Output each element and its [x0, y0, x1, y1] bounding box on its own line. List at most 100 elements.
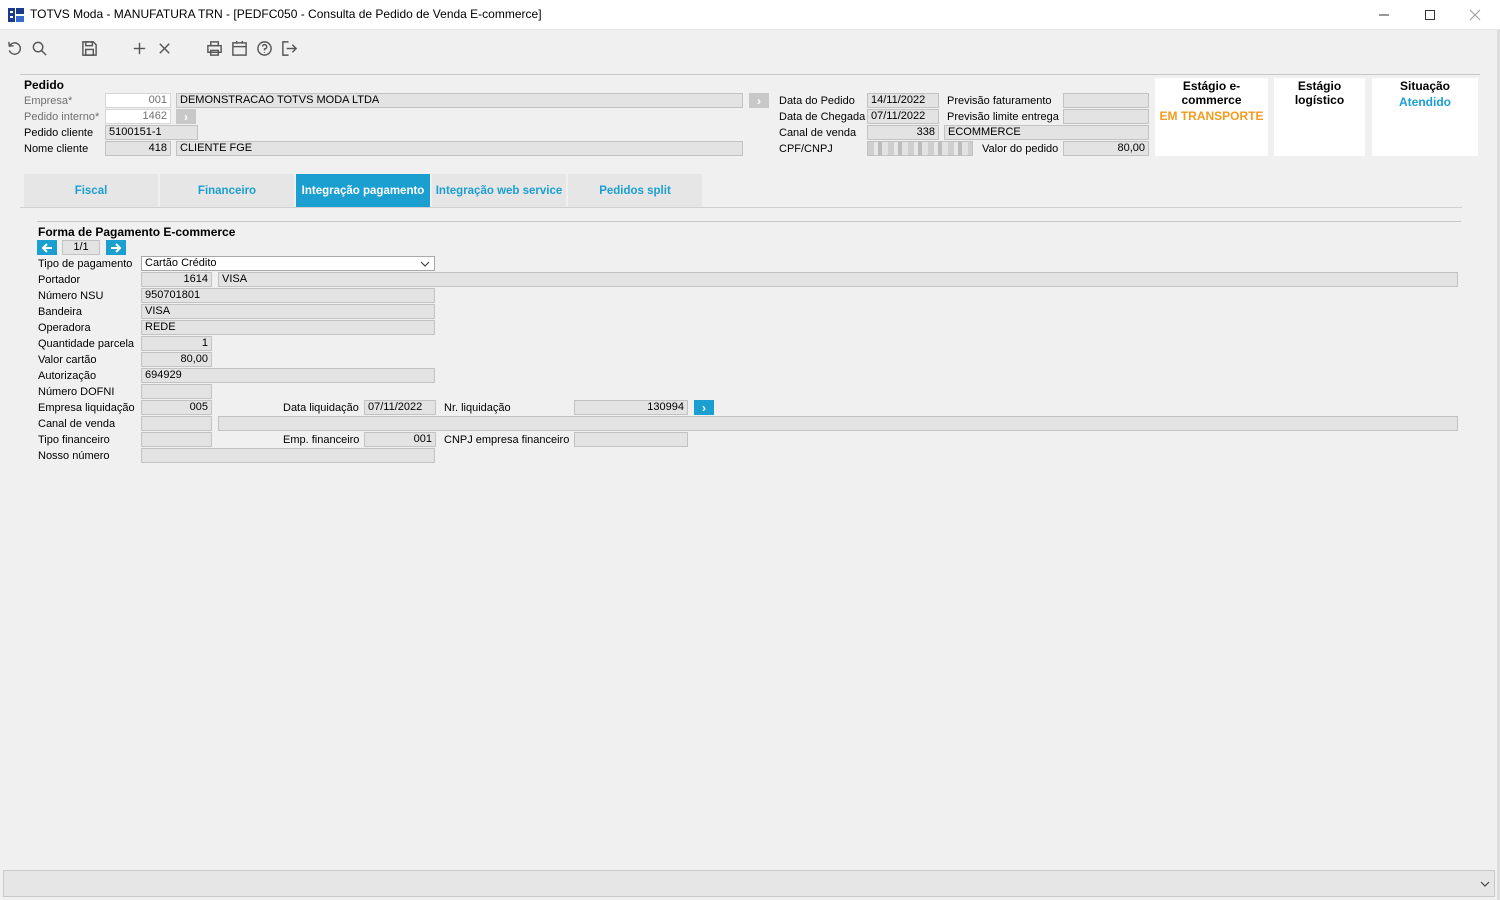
situation-box: Situação Atendido — [1372, 78, 1478, 156]
empresa-lookup-button[interactable]: › — [749, 93, 769, 108]
empresa-liquidacao-field: 005 — [141, 400, 212, 415]
valor-cartao-label: Valor cartão — [38, 354, 97, 366]
numero-nsu-label: Número NSU — [38, 290, 104, 302]
canal-venda-field: ECOMMERCE — [944, 125, 1149, 140]
portador-name-field: VISA — [218, 272, 1458, 287]
empresa-liquidacao-label: Empresa liquidação — [38, 402, 135, 414]
prev-record-button[interactable] — [37, 240, 57, 255]
toolbar — [0, 31, 1500, 64]
canal-venda-code-field: 338 — [867, 125, 939, 140]
canal-venda-pag-name-field — [218, 416, 1458, 431]
refresh-icon[interactable] — [4, 38, 24, 58]
tab-divider — [20, 207, 1462, 208]
add-icon[interactable] — [129, 38, 149, 58]
save-icon[interactable] — [79, 38, 99, 58]
cpf-cnpj-field-redacted — [867, 141, 973, 156]
autorizacao-label: Autorização — [38, 370, 97, 382]
canal-venda-pag-label: Canal de venda — [38, 418, 116, 430]
arrow-left-icon — [41, 242, 52, 253]
situation-title: Situação — [1399, 79, 1450, 93]
pedido-interno-lookup-button[interactable]: › — [176, 109, 196, 124]
nr-liquidacao-open-button[interactable]: › — [694, 400, 714, 415]
autorizacao-field: 694929 — [141, 368, 435, 383]
tab-integracao-pagamento[interactable]: Integração pagamento — [296, 174, 430, 207]
empresa-label: Empresa* — [24, 95, 73, 107]
empresa-name-field: DEMONSTRACAO TOTVS MODA LTDA — [176, 93, 743, 108]
tipo-financeiro-field — [141, 432, 212, 447]
canal-venda-pag-code-field — [141, 416, 212, 431]
bandeira-label: Bandeira — [38, 306, 83, 318]
previsao-limite-field — [1063, 109, 1149, 124]
pedido-interno-field[interactable]: 1462 — [105, 109, 171, 124]
payment-section-title: Forma de Pagamento E-commerce — [38, 225, 236, 239]
portador-label: Portador — [38, 274, 81, 286]
tipo-pagamento-label: Tipo de pagamento — [38, 258, 133, 270]
minimize-icon[interactable] — [1361, 0, 1407, 30]
portador-code-field: 1614 — [141, 272, 212, 287]
bandeira-field: VISA — [141, 304, 435, 319]
nosso-numero-label: Nosso número — [38, 450, 110, 462]
pedido-cliente-label: Pedido cliente — [24, 127, 94, 139]
nome-cliente-label: Nome cliente — [24, 143, 89, 155]
tab-fiscal[interactable]: Fiscal — [24, 174, 158, 207]
pedido-cliente-field: 5100151-1 — [105, 125, 198, 140]
help-icon[interactable] — [254, 38, 274, 58]
nr-liquidacao-field: 130994 — [574, 400, 688, 415]
tipo-pagamento-select[interactable]: Cartão Crédito — [141, 256, 435, 271]
cnpj-empresa-financeiro-label: CNPJ empresa financeiro — [444, 434, 570, 446]
numero-dofni-label: Número DOFNI — [38, 386, 115, 398]
ecommerce-stage-title: Estágio e-commerce — [1181, 79, 1242, 107]
quantidade-parcela-label: Quantidade parcela — [38, 338, 135, 350]
calendar-icon[interactable] — [229, 38, 249, 58]
data-chegada-label: Data de Chegada — [779, 111, 866, 123]
exit-icon[interactable] — [279, 38, 299, 58]
data-liquidacao-field: 07/11/2022 — [364, 400, 436, 415]
data-chegada-field: 07/11/2022 — [867, 109, 939, 124]
previsao-faturamento-field — [1063, 93, 1149, 108]
empresa-code-field[interactable]: 001 — [105, 93, 171, 108]
ecommerce-stage-box: Estágio e-commerce EM TRANSPORTE — [1155, 78, 1268, 156]
tipo-pagamento-value: Cartão Crédito — [145, 257, 217, 269]
status-chevron-down-icon[interactable] — [1480, 880, 1490, 888]
valor-pedido-label: Valor do pedido — [982, 143, 1059, 155]
window-title: TOTVS Moda - MANUFATURA TRN - [PEDFC050 … — [30, 7, 542, 21]
previsao-faturamento-label: Previsão faturamento — [947, 95, 1052, 107]
print-icon[interactable] — [204, 38, 224, 58]
numero-dofni-field — [141, 384, 212, 399]
record-pager: 1/1 — [62, 240, 100, 255]
maximize-icon[interactable] — [1407, 0, 1453, 30]
numero-nsu-field: 950701801 — [141, 288, 435, 303]
tab-financeiro[interactable]: Financeiro — [160, 174, 294, 207]
nome-cliente-field: CLIENTE FGE — [176, 141, 743, 156]
data-pedido-label: Data do Pedido — [779, 95, 855, 107]
cnpj-empresa-financeiro-field — [574, 432, 688, 447]
tipo-financeiro-label: Tipo financeiro — [38, 434, 110, 446]
next-record-button[interactable] — [106, 240, 126, 255]
logistic-stage-box: Estágio logístico — [1274, 78, 1365, 156]
tab-pedidos-split[interactable]: Pedidos split — [568, 174, 702, 207]
app-logo-icon — [8, 8, 24, 22]
emp-financeiro-label: Emp. financeiro — [283, 434, 360, 446]
pedido-interno-label: Pedido interno* — [24, 111, 100, 123]
emp-financeiro-field: 001 — [364, 432, 436, 447]
canal-venda-label: Canal de venda — [779, 127, 857, 139]
quantidade-parcela-field: 1 — [141, 336, 212, 351]
operadora-field: REDE — [141, 320, 435, 335]
delete-icon[interactable] — [154, 38, 174, 58]
tab-integracao-web-service[interactable]: Integração web service — [432, 174, 566, 207]
close-window-icon[interactable] — [1452, 0, 1498, 30]
search-icon[interactable] — [29, 38, 49, 58]
valor-cartao-field: 80,00 — [141, 352, 212, 367]
cpf-cnpj-label: CPF/CNPJ — [779, 143, 833, 155]
ecommerce-stage-value: EM TRANSPORTE — [1159, 109, 1264, 123]
nr-liquidacao-label: Nr. liquidação — [444, 402, 511, 414]
valor-pedido-field: 80,00 — [1063, 141, 1149, 156]
logistic-stage-title: Estágio logístico — [1294, 79, 1345, 107]
chevron-down-icon — [420, 261, 430, 267]
previsao-limite-label: Previsão limite entrega — [947, 111, 1059, 123]
pedido-section-title: Pedido — [24, 78, 65, 92]
nome-cliente-code-field: 418 — [105, 141, 171, 156]
nosso-numero-field — [141, 448, 435, 463]
data-liquidacao-label: Data liquidação — [283, 402, 359, 414]
data-pedido-field: 14/11/2022 — [867, 93, 939, 108]
